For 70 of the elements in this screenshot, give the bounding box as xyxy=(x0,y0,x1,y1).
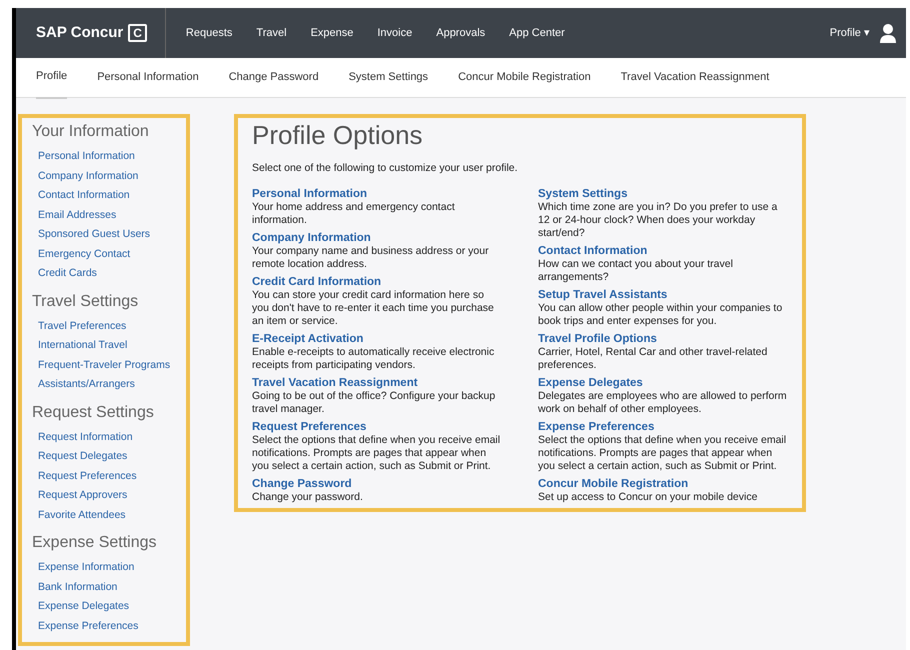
sidebar-link[interactable]: Credit Cards xyxy=(38,264,178,284)
option-description: Select the options that define when you receive email notifications. Prompts are pages that appear when you select a certain action, such as Submit or Print. xyxy=(538,434,788,473)
sidebar-link[interactable]: Personal Information xyxy=(38,147,178,166)
nav-link[interactable]: Expense xyxy=(298,24,366,42)
option-link[interactable]: Company Information xyxy=(252,230,502,245)
sidebar-link[interactable]: Email Addresses xyxy=(38,206,178,225)
sidebar-link[interactable]: Request Approvers xyxy=(38,486,178,506)
sidebar-link[interactable]: Expense Preferences xyxy=(38,616,178,636)
section-heading: Travel Settings xyxy=(32,292,140,312)
option-description: Set up access to Concur on your mobile device xyxy=(538,490,758,504)
option-link[interactable]: Personal Information xyxy=(252,186,502,201)
option-description: Carrier, Hotel, Rental Car and other travel-related preferences. xyxy=(538,346,768,372)
option-link[interactable]: Concur Mobile Registration xyxy=(538,476,788,491)
option-description: Your home address and emergency contact information. xyxy=(252,200,456,227)
user-icon[interactable] xyxy=(880,23,896,43)
nav-tab[interactable]: System Settings xyxy=(348,57,428,98)
option-link[interactable]: Change Password xyxy=(252,476,502,491)
nav-tab[interactable]: Concur Mobile Registration xyxy=(458,57,591,98)
sidebar-link[interactable]: Frequent-Traveler Programs xyxy=(38,356,178,375)
option-link[interactable]: Travel Profile Options xyxy=(538,332,788,346)
sidebar-link[interactable]: Sponsored Guest Users xyxy=(38,225,178,244)
sidebar-link[interactable]: Assistants/Arrangers xyxy=(38,375,178,394)
option-description: How can we contact you about your travel arrangements? xyxy=(538,258,734,284)
nav-link[interactable]: Requests xyxy=(174,24,244,42)
sidebar-link[interactable]: Request Preferences xyxy=(38,466,178,486)
option-description: You can allow other people within your companies to book trips and enter expenses for you. xyxy=(538,302,784,328)
section-heading: Expense Settings xyxy=(32,533,158,553)
option-description: Going to be out of the office? Configure your backup travel manager. xyxy=(252,390,496,416)
option-description: Your company name and business address or your remote location address. xyxy=(252,244,490,271)
option-link[interactable]: E-Receipt Activation xyxy=(252,332,502,346)
option-description: Which time zone are you in? Do you prefer to use a 12 or 24-hour clock? When does your workday start/end? xyxy=(538,200,778,240)
option-description: Delegates are employees who are allowed to perform work on behalf of other employees. xyxy=(538,390,788,416)
sidebar-link[interactable]: Bank Information xyxy=(38,578,178,597)
nav-tab[interactable]: Change Password xyxy=(228,57,319,98)
option-link[interactable]: Contact Information xyxy=(538,244,788,258)
nav-tab[interactable]: Personal Information xyxy=(97,57,199,98)
sidebar-link[interactable]: Emergency Contact xyxy=(38,244,178,264)
option-description: Enable e-receipts to automatically receive electronic receipts from participating vendors. xyxy=(252,346,496,372)
sidebar-link[interactable]: Company Information xyxy=(38,166,178,186)
sidebar-link[interactable]: Request Delegates xyxy=(38,447,178,466)
option-link[interactable]: Travel Vacation Reassignment xyxy=(252,376,502,390)
section-heading: Request Settings xyxy=(32,402,155,422)
option-link[interactable]: Expense Preferences xyxy=(538,420,788,434)
profile-menu[interactable]: Profile ▾ xyxy=(830,24,870,42)
option-link[interactable]: Expense Delegates xyxy=(538,376,788,390)
intro-text: Select one of the following to customize your user profile. xyxy=(252,161,519,176)
nav-link[interactable]: App Center xyxy=(497,24,577,42)
sidebar-link[interactable]: Expense Information xyxy=(38,558,178,578)
option-description: Change your password. xyxy=(252,490,364,504)
option-link[interactable]: Setup Travel Assistants xyxy=(538,288,788,302)
brand-name: SAP Concur xyxy=(36,22,124,43)
sidebar-link[interactable]: Travel Preferences xyxy=(38,316,178,336)
sidebar-link[interactable]: Expense Delegates xyxy=(38,597,178,616)
page-title: Profile Options xyxy=(252,120,424,152)
option-link[interactable]: Request Preferences xyxy=(252,420,502,434)
sidebar-link[interactable]: Request Information xyxy=(38,428,178,447)
option-description: You can store your credit card information here so you don't have to re-enter it each time you purchase an item or service. xyxy=(252,288,495,328)
sidebar-link[interactable]: International Travel xyxy=(38,336,178,356)
option-link[interactable]: System Settings xyxy=(538,186,788,201)
nav-tab[interactable]: Travel Vacation Reassignment xyxy=(620,57,770,98)
nav-tab[interactable]: Profile xyxy=(36,56,68,99)
option-description: Select the options that define when you receive email notifications. Prompts are pages that appear when you select a certain action, such as Submit or Print. xyxy=(252,434,502,473)
section-heading: Your Information xyxy=(32,122,150,142)
nav-link[interactable]: Travel xyxy=(244,24,299,42)
brand-logo: C xyxy=(128,24,147,42)
sidebar-link[interactable]: Contact Information xyxy=(38,186,178,206)
sidebar-link[interactable]: Favorite Attendees xyxy=(38,506,178,525)
nav-link[interactable]: Invoice xyxy=(365,24,424,42)
nav-link[interactable]: Approvals xyxy=(424,24,498,42)
option-link[interactable]: Credit Card Information xyxy=(252,274,502,289)
